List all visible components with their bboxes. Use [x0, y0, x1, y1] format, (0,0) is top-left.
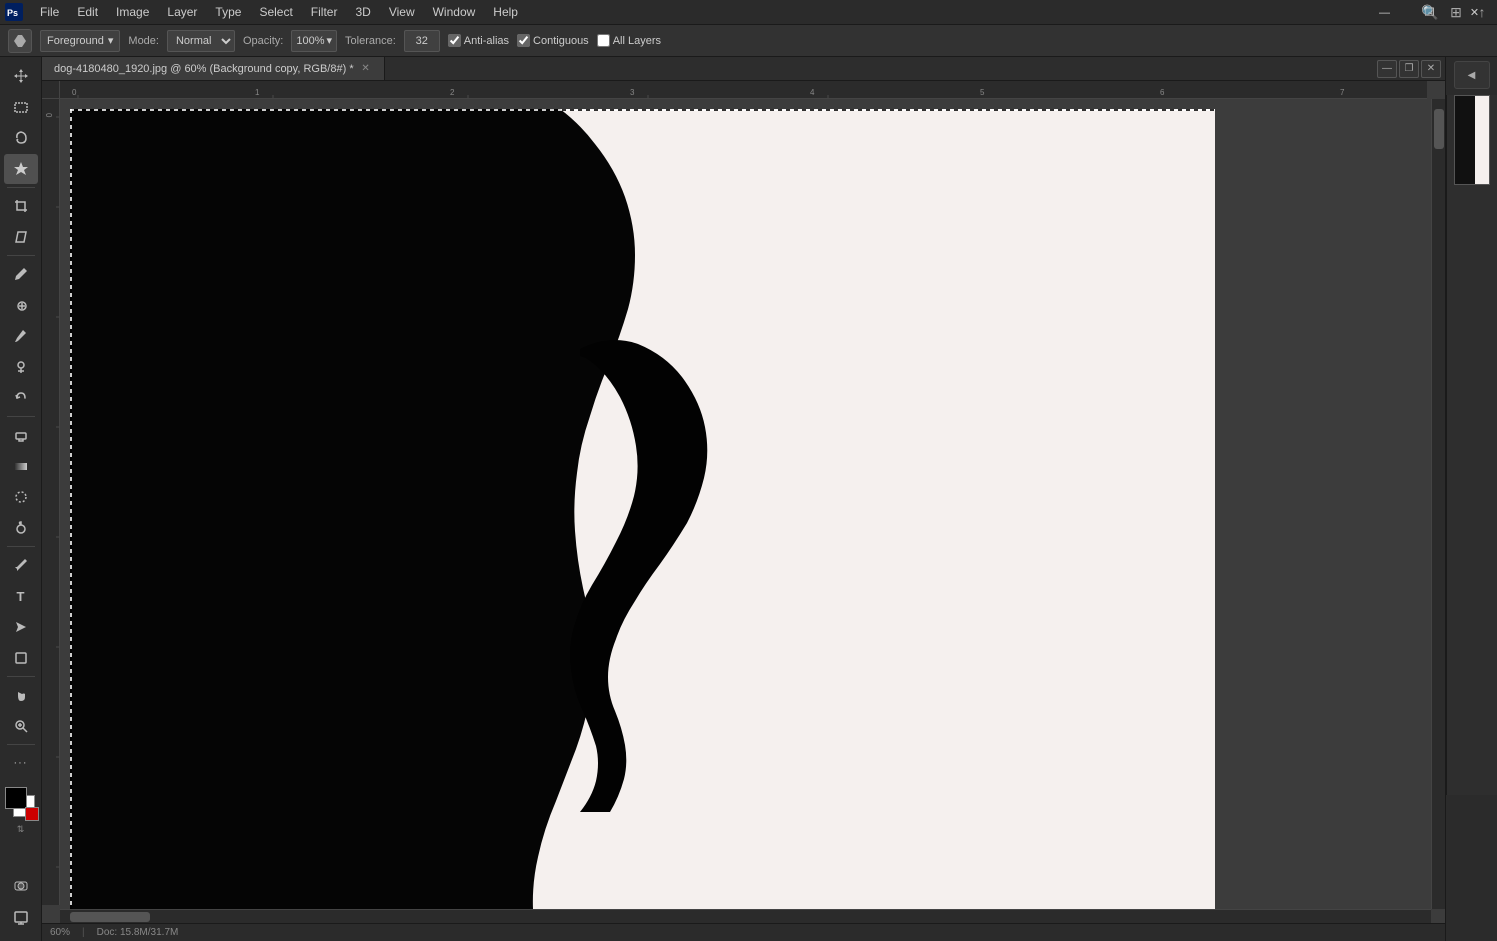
- contiguous-checkbox[interactable]: [517, 34, 530, 47]
- status-bar: 60% | Doc: 15.8M/31.7M: [42, 923, 1445, 941]
- canvas-wrapper: 0 1 2 3 4 5 6 7: [42, 81, 1445, 923]
- scrollbar-right[interactable]: [1431, 99, 1445, 909]
- tool-type[interactable]: T: [4, 581, 38, 611]
- doc-info: Doc: 15.8M/31.7M: [97, 927, 179, 938]
- main-area: T ···: [0, 57, 1497, 941]
- tool-zoom[interactable]: [4, 711, 38, 741]
- menu-filter[interactable]: Filter: [303, 3, 346, 21]
- ruler-corner: [42, 81, 60, 99]
- tool-marquee-rect[interactable]: [4, 92, 38, 122]
- menu-window[interactable]: Window: [425, 3, 484, 21]
- foreground-dropdown[interactable]: Foreground ▾: [40, 30, 120, 52]
- quick-mask-indicator[interactable]: [25, 807, 39, 821]
- ruler-top: 0 1 2 3 4 5 6 7: [60, 81, 1427, 99]
- tool-dodge[interactable]: [4, 513, 38, 543]
- tool-icon-active[interactable]: [8, 29, 32, 53]
- tool-perspective-crop[interactable]: [4, 222, 38, 252]
- doc-tab-active[interactable]: dog-4180480_1920.jpg @ 60% (Background c…: [42, 57, 385, 80]
- dog-image: [70, 109, 1215, 909]
- svg-text:Ps: Ps: [7, 8, 18, 18]
- tool-crop[interactable]: [4, 191, 38, 221]
- close-button[interactable]: ✕: [1452, 0, 1497, 25]
- doc-tab-controls: — ❐ ✕: [1377, 60, 1445, 78]
- tool-quick-mask[interactable]: [4, 871, 38, 901]
- tool-magic-wand[interactable]: [4, 154, 38, 184]
- foreground-label: Foreground: [47, 35, 104, 47]
- menu-type[interactable]: Type: [207, 3, 249, 21]
- doc-tab-bar: dog-4180480_1920.jpg @ 60% (Background c…: [42, 57, 1445, 81]
- tool-more[interactable]: ···: [4, 748, 38, 778]
- zoom-level: 60%: [50, 927, 70, 938]
- tool-heal[interactable]: [4, 290, 38, 320]
- all-layers-label[interactable]: All Layers: [597, 34, 661, 47]
- tool-pen[interactable]: [4, 550, 38, 580]
- tolerance-input[interactable]: [404, 30, 440, 52]
- tool-history-brush[interactable]: [4, 383, 38, 413]
- anti-alias-checkbox[interactable]: [448, 34, 461, 47]
- tool-path-select[interactable]: [4, 612, 38, 642]
- right-strip: [1446, 95, 1497, 795]
- menu-file[interactable]: File: [32, 3, 67, 21]
- right-panel: ◀: [1445, 57, 1497, 941]
- opacity-label: Opacity:: [243, 35, 283, 47]
- tool-hand[interactable]: [4, 680, 38, 710]
- tool-move[interactable]: [4, 61, 38, 91]
- doc-tab-close[interactable]: ✕: [360, 63, 372, 75]
- options-bar: Foreground ▾ Mode: Normal Multiply Scree…: [0, 25, 1497, 57]
- doc-area: dog-4180480_1920.jpg @ 60% (Background c…: [42, 57, 1445, 941]
- tool-blur[interactable]: [4, 482, 38, 512]
- tool-lasso[interactable]: [4, 123, 38, 153]
- selection-left: [70, 109, 72, 909]
- menu-select[interactable]: Select: [251, 3, 300, 21]
- tool-eraser[interactable]: [4, 420, 38, 450]
- thumbnail-preview: [1454, 95, 1490, 185]
- minimize-doc-button[interactable]: —: [1377, 60, 1397, 78]
- doc-tab-title: dog-4180480_1920.jpg @ 60% (Background c…: [54, 63, 354, 75]
- foreground-color-swatch[interactable]: [5, 787, 27, 809]
- opacity-arrow-icon: ▾: [326, 34, 332, 47]
- close-doc-button[interactable]: ✕: [1421, 60, 1441, 78]
- all-layers-checkbox[interactable]: [597, 34, 610, 47]
- anti-alias-label[interactable]: Anti-alias: [448, 34, 509, 47]
- minimize-button[interactable]: —: [1362, 0, 1407, 25]
- image-canvas[interactable]: [70, 109, 1215, 909]
- tool-screen-mode[interactable]: [4, 903, 38, 933]
- tool-clone[interactable]: [4, 352, 38, 382]
- opacity-dropdown[interactable]: 100% ▾: [291, 30, 337, 52]
- toolbox: T ···: [0, 57, 42, 941]
- menu-edit[interactable]: Edit: [69, 3, 106, 21]
- mode-label: Mode:: [128, 35, 159, 47]
- menu-3d[interactable]: 3D: [347, 3, 378, 21]
- tool-gradient[interactable]: [4, 451, 38, 481]
- opacity-value: 100%: [296, 35, 324, 47]
- tool-shape[interactable]: [4, 643, 38, 673]
- mode-select[interactable]: Normal Multiply Screen: [167, 30, 235, 52]
- tolerance-label: Tolerance:: [345, 35, 396, 47]
- tool-brush[interactable]: [4, 321, 38, 351]
- swap-colors-icon[interactable]: ⇅: [17, 824, 25, 835]
- canvas-document[interactable]: [60, 99, 1427, 923]
- scrollbar-bottom-thumb[interactable]: [70, 912, 150, 922]
- contiguous-label[interactable]: Contiguous: [517, 34, 589, 47]
- tool-eyedropper[interactable]: [4, 259, 38, 289]
- selection-top: [70, 109, 1215, 111]
- ruler-left: 0: [42, 99, 60, 905]
- menu-layer[interactable]: Layer: [159, 3, 205, 21]
- thumbnail-black-area: [1455, 96, 1475, 184]
- scrollbar-bottom[interactable]: [60, 909, 1431, 923]
- maximize-button[interactable]: ❐: [1407, 0, 1452, 25]
- scrollbar-right-thumb[interactable]: [1434, 109, 1444, 149]
- panel-collapse-button[interactable]: ◀: [1454, 61, 1490, 89]
- menu-image[interactable]: Image: [108, 3, 157, 21]
- menu-bar: Ps File Edit Image Layer Type Select Fil…: [0, 0, 1497, 25]
- ps-logo: Ps: [4, 2, 24, 22]
- color-wells[interactable]: [3, 785, 39, 821]
- menu-help[interactable]: Help: [485, 3, 526, 21]
- maximize-doc-button[interactable]: ❐: [1399, 60, 1419, 78]
- foreground-arrow-icon: ▾: [108, 34, 114, 47]
- panel-scroll-area: [1446, 91, 1497, 937]
- menu-view[interactable]: View: [381, 3, 423, 21]
